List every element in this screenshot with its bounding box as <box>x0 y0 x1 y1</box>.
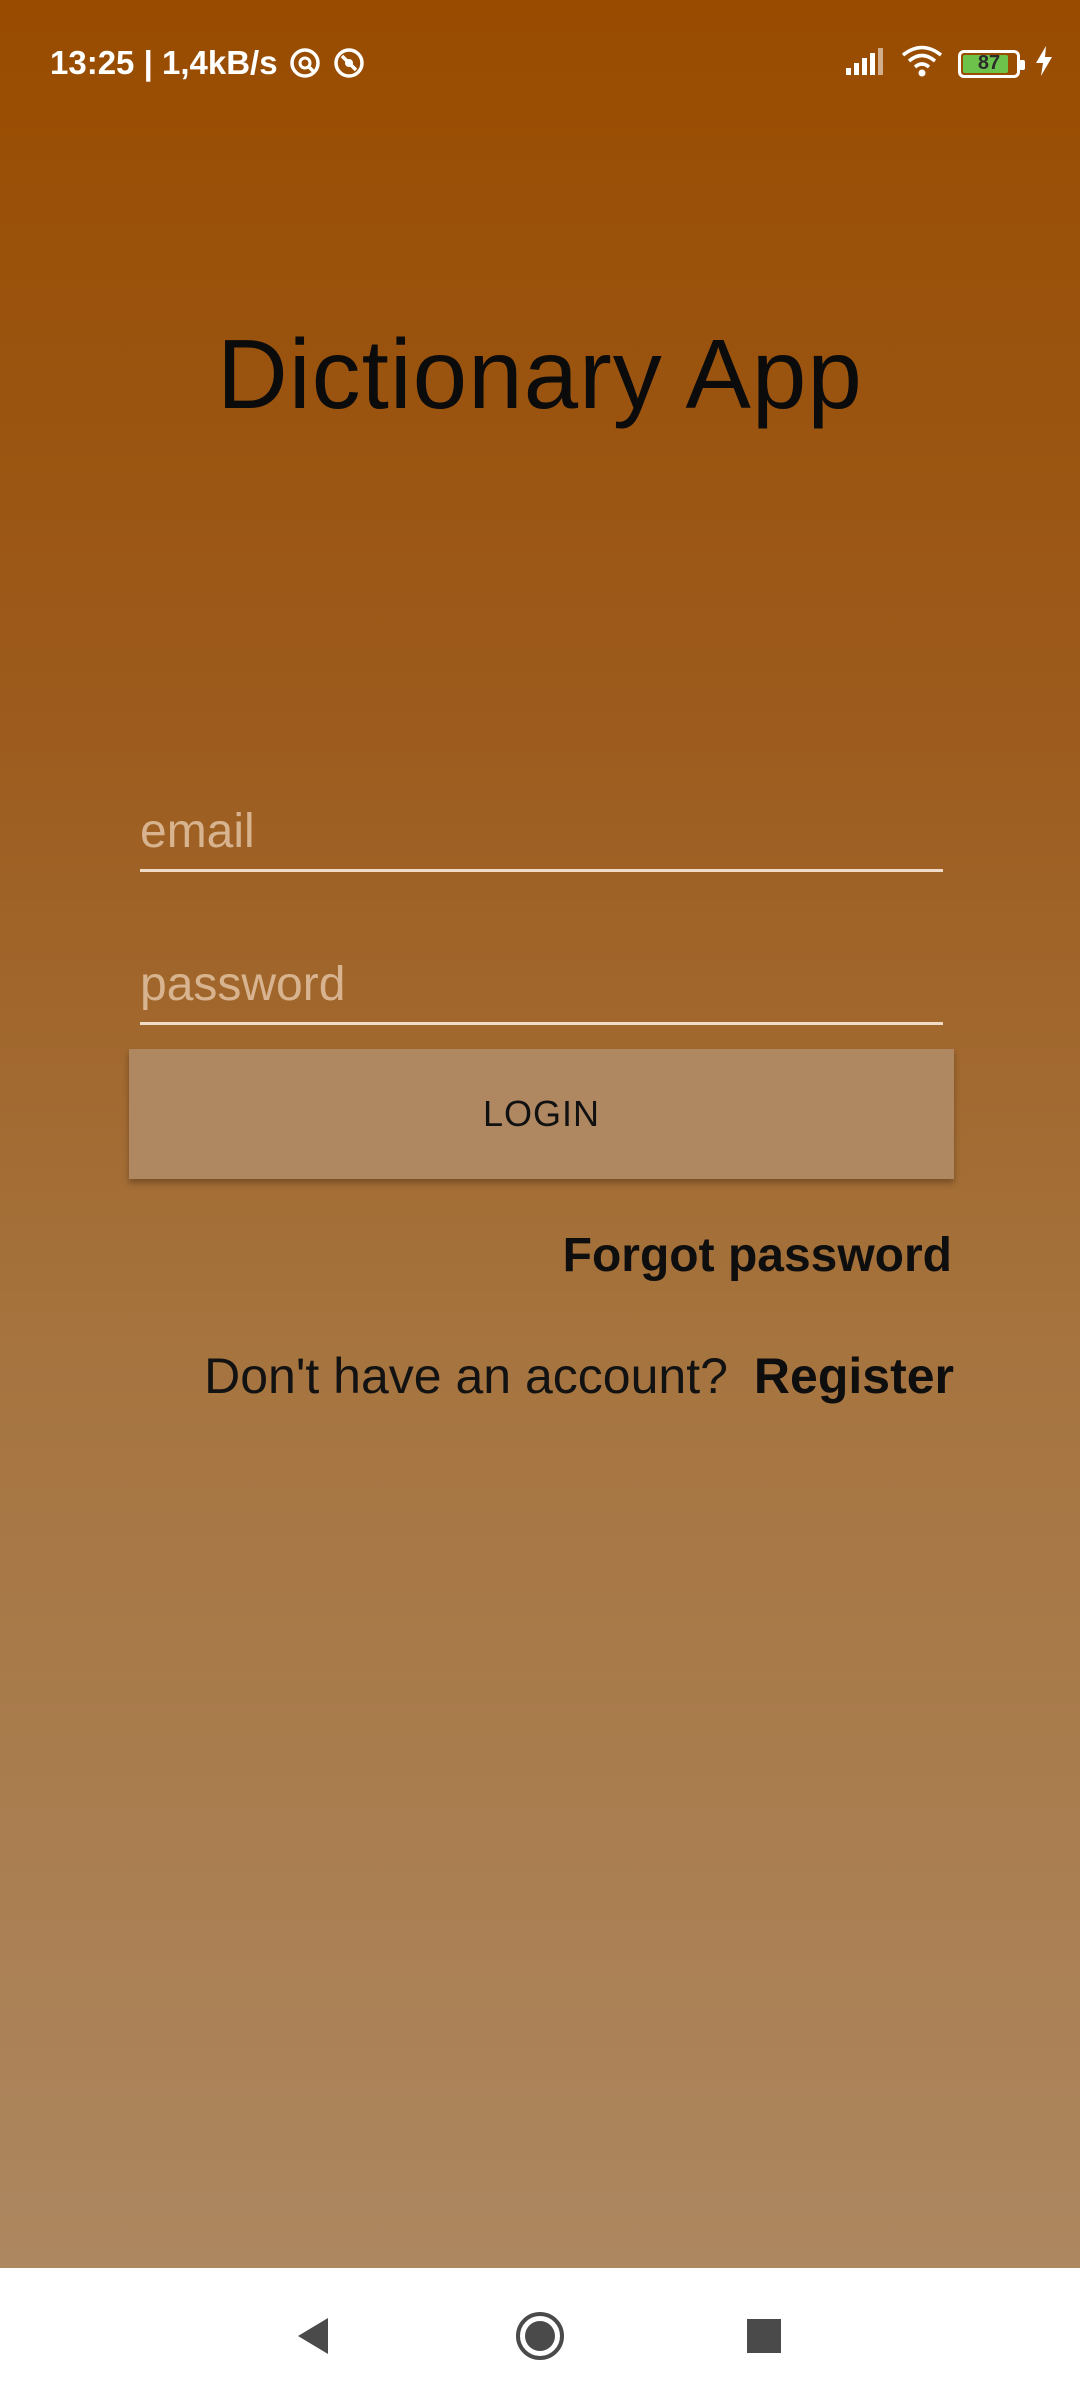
charging-icon <box>1034 45 1054 82</box>
vpn-icon <box>288 46 322 80</box>
email-input[interactable] <box>140 794 943 872</box>
signal-icon <box>844 46 886 81</box>
wifi-icon <box>900 44 944 83</box>
no-account-text: Don't have an account? <box>204 1348 728 1404</box>
battery-icon: 87 <box>958 49 1025 78</box>
battery-level: 87 <box>977 51 1001 74</box>
login-screen: 13:25 | 1,4kB/s 87 Dictionary App email … <box>0 0 1080 2268</box>
status-bar: 13:25 | 1,4kB/s 87 <box>0 0 1080 130</box>
status-time-speed: 13:25 | 1,4kB/s <box>50 44 278 81</box>
login-button[interactable]: LOGIN <box>129 1049 954 1179</box>
forgot-password-link[interactable]: Forgot password <box>563 1228 952 1283</box>
recents-icon <box>747 2319 781 2353</box>
home-button[interactable] <box>512 2308 568 2364</box>
home-icon <box>516 2312 564 2360</box>
sync-icon <box>332 46 366 80</box>
app-title: Dictionary App <box>217 319 863 429</box>
register-link[interactable]: Register <box>754 1347 954 1405</box>
battery-cap <box>1020 59 1025 70</box>
back-icon <box>298 2318 328 2354</box>
status-right: 87 <box>830 44 1054 83</box>
navigation-bar <box>0 2268 1080 2400</box>
back-button[interactable] <box>286 2308 342 2364</box>
status-left: 13:25 | 1,4kB/s <box>50 44 366 82</box>
register-row: Don't have an account? Register <box>204 1347 954 1405</box>
recents-button[interactable] <box>736 2308 792 2364</box>
password-input[interactable] <box>140 947 943 1025</box>
